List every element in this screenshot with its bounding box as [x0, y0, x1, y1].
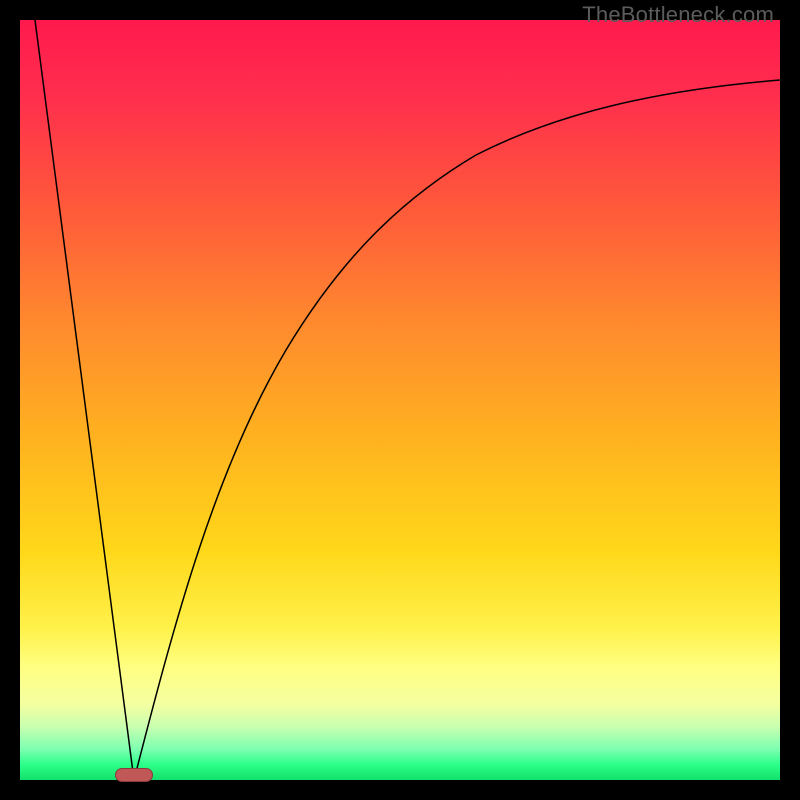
curve-left-branch [35, 20, 134, 780]
bottleneck-marker [115, 768, 153, 782]
watermark-text: TheBottleneck.com [582, 2, 774, 28]
curve-overlay [20, 20, 780, 780]
chart-frame: TheBottleneck.com [0, 0, 800, 800]
curve-right-branch [134, 80, 780, 780]
